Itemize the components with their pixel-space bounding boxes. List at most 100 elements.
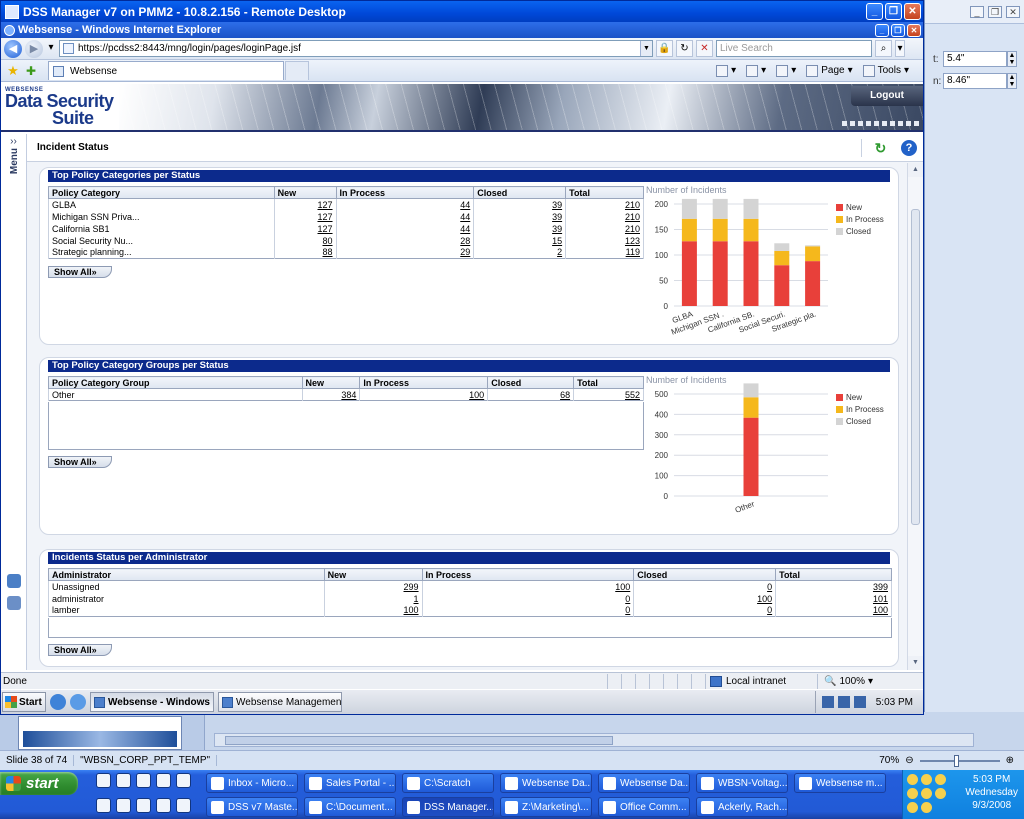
count-link[interactable]: 100 xyxy=(775,604,892,617)
zoom-slider[interactable] xyxy=(919,754,1000,767)
search-icon[interactable] xyxy=(7,596,21,610)
count-link[interactable]: 0 xyxy=(421,604,635,617)
count-link[interactable]: 88 xyxy=(273,246,337,259)
height-field[interactable]: t: 5.4" ▲ ▼ xyxy=(933,50,1017,68)
favorites-star-icon[interactable]: ★ xyxy=(4,63,22,79)
side-menu[interactable]: ›› Menu xyxy=(1,134,27,670)
excel-icon[interactable] xyxy=(116,798,131,813)
count-link[interactable]: 399 xyxy=(775,580,892,593)
host-taskbar-button[interactable]: Z:\Marketing\... xyxy=(500,797,592,817)
search-icon[interactable]: ⌕ xyxy=(875,40,892,57)
count-link[interactable]: 44 xyxy=(335,210,475,223)
network-icon[interactable] xyxy=(156,773,171,788)
count-link[interactable]: 127 xyxy=(273,198,337,211)
count-link[interactable]: 0 xyxy=(421,592,635,605)
minimize-button[interactable]: _ xyxy=(866,3,883,20)
count-link[interactable]: 100 xyxy=(323,604,423,617)
column-header[interactable]: In Process xyxy=(421,568,635,581)
count-link[interactable]: 100 xyxy=(421,580,635,593)
host-taskbar-button[interactable]: WBSN-Voltag... xyxy=(696,773,788,793)
outlook-icon[interactable] xyxy=(96,773,111,788)
nav-dropdown-icon[interactable]: ▾ xyxy=(46,40,56,57)
zoom-out-icon[interactable]: ⊖ xyxy=(905,755,913,766)
column-header[interactable]: In Process xyxy=(335,186,475,199)
count-link[interactable]: 44 xyxy=(335,198,475,211)
bar-segment[interactable] xyxy=(712,241,728,306)
count-link[interactable]: 210 xyxy=(565,222,644,235)
column-header[interactable]: Total xyxy=(775,568,892,581)
count-link[interactable]: 29 xyxy=(335,246,475,259)
calendar-icon[interactable] xyxy=(176,773,191,788)
address-input[interactable]: https://pcdss2:8443/mng/login/pages/logi… xyxy=(59,40,653,57)
home-button[interactable]: ▾ xyxy=(716,64,736,77)
refresh-icon[interactable]: ↻ xyxy=(676,40,693,57)
language-icon[interactable] xyxy=(821,696,834,708)
count-link[interactable]: 1 xyxy=(323,592,423,605)
host-taskbar-button[interactable]: C:\Scratch xyxy=(402,773,494,793)
table-row[interactable]: Unassigned 299 100 0 399 xyxy=(48,580,892,593)
help-icon[interactable]: ? xyxy=(901,139,917,156)
restore-button[interactable]: ❐ xyxy=(885,3,902,20)
host-taskbar-button[interactable]: Websense Da... xyxy=(500,773,592,793)
scroll-down-icon[interactable]: ▼ xyxy=(908,656,923,670)
bar-segment[interactable] xyxy=(743,241,759,306)
slide-thumbnail[interactable] xyxy=(18,716,182,750)
column-header[interactable]: Policy Category xyxy=(48,186,275,199)
tools-menu[interactable]: Tools ▾ xyxy=(862,64,909,77)
remote-start-button[interactable]: Start xyxy=(2,692,46,712)
host-taskbar-button[interactable]: Office Comm... xyxy=(598,797,690,817)
count-link[interactable]: 100 xyxy=(633,592,777,605)
bar-segment[interactable] xyxy=(805,245,821,247)
zoom-control[interactable]: 70% ⊖ ⊕ xyxy=(879,754,1024,767)
bar-segment[interactable] xyxy=(743,383,759,398)
host-taskbar-button[interactable]: DSS v7 Maste... xyxy=(206,797,298,817)
width-field[interactable]: n: 8.46" ▲ ▼ xyxy=(933,72,1017,90)
remote-task-websense-mgmt[interactable]: Websense Management ... xyxy=(218,692,342,712)
messenger-icon[interactable] xyxy=(136,773,151,788)
count-link[interactable]: 210 xyxy=(565,198,644,211)
bar-segment[interactable] xyxy=(805,246,821,262)
close-button[interactable]: ✕ xyxy=(904,3,921,20)
bar-segment[interactable] xyxy=(743,218,759,242)
table-row[interactable]: Social Security Nu... 80 28 15 123 xyxy=(48,234,644,247)
table-row[interactable]: lamber 100 0 0 100 xyxy=(48,604,892,617)
table-row[interactable]: Other 384 100 68 552 xyxy=(48,388,644,401)
bar-segment[interactable] xyxy=(805,261,821,306)
page-menu[interactable]: Page ▾ xyxy=(806,64,853,77)
count-link[interactable]: 210 xyxy=(565,210,644,223)
column-header[interactable]: Administrator xyxy=(48,568,325,581)
bar-segment[interactable] xyxy=(712,198,728,219)
monitor-icon[interactable] xyxy=(853,696,866,708)
search-options-icon[interactable]: ▾ xyxy=(895,40,905,57)
window-icon[interactable] xyxy=(136,798,151,813)
network-icon[interactable] xyxy=(837,696,850,708)
table-row[interactable]: GLBA 127 44 39 210 xyxy=(48,198,644,211)
print-button[interactable]: ▾ xyxy=(776,64,796,77)
refresh-icon[interactable]: ↻ xyxy=(861,138,891,157)
count-link[interactable]: 100 xyxy=(359,388,489,401)
count-link[interactable]: 0 xyxy=(633,580,777,593)
expand-menu-icon[interactable]: ›› xyxy=(1,136,26,147)
column-header[interactable]: Closed xyxy=(633,568,777,581)
host-taskbar-button[interactable]: Sales Portal - ... xyxy=(304,773,396,793)
address-dropdown-icon[interactable]: ▼ xyxy=(640,41,652,56)
host-taskbar-button[interactable]: Inbox - Micro... xyxy=(206,773,298,793)
logout-button[interactable]: Logout xyxy=(851,86,923,106)
count-link[interactable]: 552 xyxy=(573,388,644,401)
count-link[interactable]: 127 xyxy=(273,222,337,235)
bar-segment[interactable] xyxy=(681,218,697,242)
table-row[interactable]: administrator 1 0 100 101 xyxy=(48,592,892,605)
host-clock[interactable]: 5:03 PM Wednesday 9/3/2008 xyxy=(965,773,1018,812)
column-header[interactable]: Closed xyxy=(473,186,567,199)
column-header[interactable]: Total xyxy=(573,376,644,389)
security-zone[interactable]: Local intranet xyxy=(705,673,817,689)
zoom-button[interactable]: 🔍 100% ▾ xyxy=(817,673,873,689)
bar-segment[interactable] xyxy=(774,243,790,251)
show-all-button[interactable]: Show All» xyxy=(48,456,112,468)
new-tab-button[interactable] xyxy=(285,61,309,80)
count-link[interactable]: 39 xyxy=(473,210,567,223)
remote-desktop-titlebar[interactable]: DSS Manager v7 on PMM2 - 10.8.2.156 - Re… xyxy=(1,1,923,22)
ie-minimize-button[interactable]: _ xyxy=(875,23,889,37)
tools-icon[interactable] xyxy=(156,798,171,813)
forward-button[interactable]: ▶ xyxy=(25,39,43,58)
